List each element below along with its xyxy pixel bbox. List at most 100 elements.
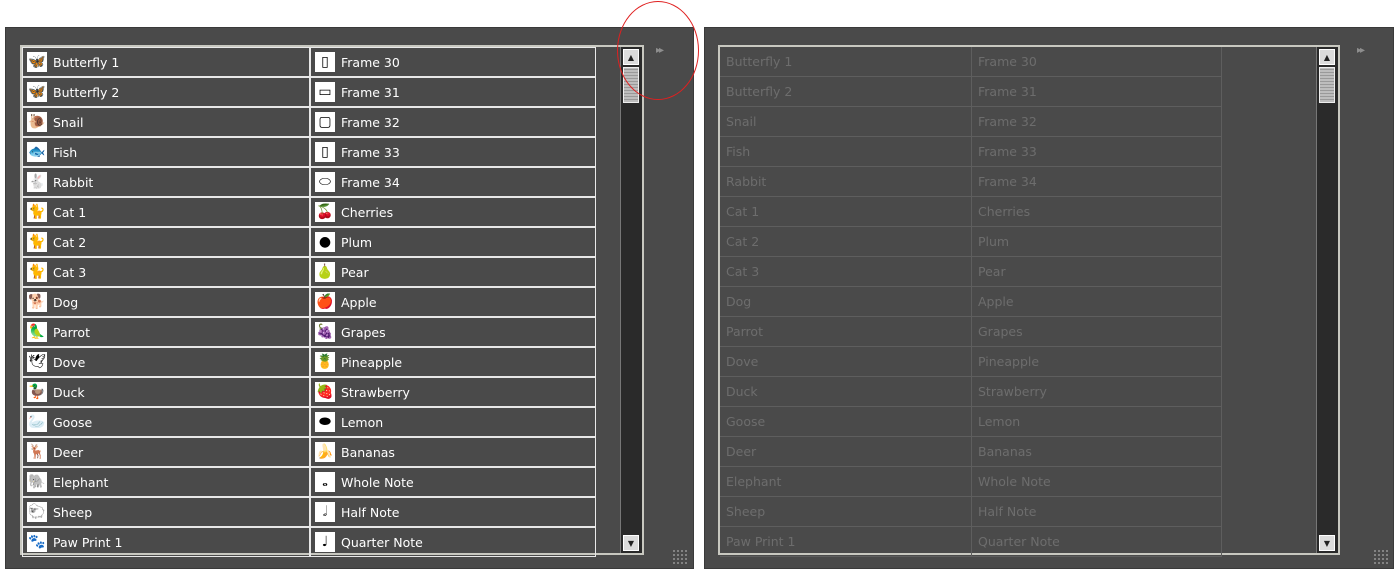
list-item[interactable]: ● Plum — [310, 227, 596, 257]
list-item[interactable]: 🦜 Parrot — [22, 317, 310, 347]
list-item[interactable]: 🍇 Grapes — [310, 317, 596, 347]
list-item[interactable]: 🐇 Rabbit — [22, 167, 310, 197]
list-item-label: Frame 30 — [341, 54, 400, 70]
list-item[interactable]: ⬭ Frame 34 — [310, 167, 596, 197]
resize-grip-icon[interactable] — [1373, 549, 1389, 565]
list-item[interactable]: ⬬ Lemon — [310, 407, 596, 437]
list-item[interactable]: ▭ Frame 31 — [310, 77, 596, 107]
list-item-label: Goose — [53, 414, 93, 430]
list-item: Parrot — [720, 317, 972, 347]
list-item-label: Deer — [53, 444, 84, 460]
lemon-icon: ⬬ — [315, 412, 335, 432]
list-item-label: Frame 32 — [341, 114, 400, 130]
frame-icon: ▯ — [315, 52, 335, 72]
list-item: Frame 33 — [972, 137, 1222, 167]
list-item-label: Grapes — [341, 324, 386, 340]
cat-icon: 🐈 — [27, 202, 47, 222]
list-item-label: Cherries — [341, 204, 394, 220]
annotation-circle — [617, 1, 699, 100]
list-item[interactable]: 𝅗𝅥 Half Note — [310, 497, 596, 527]
right-list-panel: Butterfly 1 Butterfly 2 Snail Fish Rabbit Cat… — [704, 27, 1394, 569]
list-item[interactable]: 🐾 Paw Print 1 — [22, 527, 310, 557]
list-item: Cat 1 — [720, 197, 972, 227]
list-item: Strawberry — [972, 377, 1222, 407]
list-item[interactable]: 🦢 Goose — [22, 407, 310, 437]
list-item[interactable]: 🦌 Deer — [22, 437, 310, 467]
list-item: Butterfly 1 — [720, 47, 972, 77]
list-item[interactable]: 🐑 Sheep — [22, 497, 310, 527]
list-item[interactable]: 🍓 Strawberry — [310, 377, 596, 407]
list-item[interactable]: 🐈 Cat 3 — [22, 257, 310, 287]
left-list-panel: 🦋 Butterfly 1 🦋 Butterfly 2 🐌 Snail 🐟 Fish 🐇 Rabb… — [5, 27, 694, 569]
bananas-icon: 🍌 — [315, 442, 335, 462]
list-item: Plum — [972, 227, 1222, 257]
pineapple-icon: 🍍 — [315, 352, 335, 372]
list-item-label: Cat 1 — [53, 204, 87, 220]
list-item-label: Butterfly 2 — [53, 84, 120, 100]
list-item-label: Half Note — [341, 504, 400, 520]
list-item-label: Whole Note — [341, 474, 414, 490]
list-item[interactable]: 🐘 Elephant — [22, 467, 310, 497]
list-item: Rabbit — [720, 167, 972, 197]
list-item[interactable]: ▯ Frame 30 — [310, 47, 596, 77]
resize-grip-icon[interactable] — [672, 549, 688, 565]
paw-print-icon: 🐾 — [27, 532, 47, 552]
list-item-label: Rabbit — [53, 174, 94, 190]
list-item[interactable]: 𝅝 Whole Note — [310, 467, 596, 497]
list-item[interactable]: 🕊 Dove — [22, 347, 310, 377]
list-item[interactable]: 🍎 Apple — [310, 287, 596, 317]
snail-icon: 🐌 — [27, 112, 47, 132]
list-item-label: Duck — [53, 384, 85, 400]
list-item-label: Pear — [341, 264, 369, 280]
parrot-icon: 🦜 — [27, 322, 47, 342]
dove-icon: 🕊 — [27, 352, 47, 372]
list-item-label: Dove — [53, 354, 86, 370]
list-item[interactable]: 🦆 Duck — [22, 377, 310, 407]
frame-icon: ▢ — [315, 112, 335, 132]
expand-arrows-icon[interactable]: ▸▸ — [1357, 45, 1365, 56]
list-item[interactable]: 🍐 Pear — [310, 257, 596, 287]
left-scrollbar[interactable]: ▲ ▼ — [620, 47, 642, 553]
list-item: Whole Note — [972, 467, 1222, 497]
cat-icon: 🐈 — [27, 232, 47, 252]
list-item[interactable]: 🐕 Dog — [22, 287, 310, 317]
list-item: Lemon — [972, 407, 1222, 437]
whole-note-icon: 𝅝 — [315, 472, 335, 492]
list-item[interactable]: 🍒 Cherries — [310, 197, 596, 227]
cherries-icon: 🍒 — [315, 202, 335, 222]
strawberry-icon: 🍓 — [315, 382, 335, 402]
list-item: Butterfly 2 — [720, 77, 972, 107]
elephant-icon: 🐘 — [27, 472, 47, 492]
right-scrollbar[interactable]: ▲ ▼ — [1316, 47, 1338, 553]
list-item-label: Cat 3 — [53, 264, 87, 280]
list-item-label: Frame 31 — [341, 84, 400, 100]
list-item[interactable]: 🦋 Butterfly 2 — [22, 77, 310, 107]
scroll-thumb[interactable] — [1319, 67, 1335, 103]
scroll-up-button[interactable]: ▲ — [1319, 49, 1335, 65]
list-item[interactable]: 🦋 Butterfly 1 — [22, 47, 310, 77]
plum-icon: ● — [315, 232, 335, 252]
list-item[interactable]: ▢ Frame 32 — [310, 107, 596, 137]
list-item: Dove — [720, 347, 972, 377]
list-item[interactable]: 🐌 Snail — [22, 107, 310, 137]
list-item: Apple — [972, 287, 1222, 317]
frame-icon: ▯ — [315, 142, 335, 162]
list-item: Cherries — [972, 197, 1222, 227]
list-item[interactable]: 🐈 Cat 2 — [22, 227, 310, 257]
fish-icon: 🐟 — [27, 142, 47, 162]
oval-frame-icon: ⬭ — [315, 172, 335, 192]
list-item: Deer — [720, 437, 972, 467]
scroll-down-button[interactable]: ▼ — [623, 535, 639, 551]
half-note-icon: 𝅗𝅥 — [315, 502, 335, 522]
list-item[interactable]: ♩ Quarter Note — [310, 527, 596, 557]
list-item-label: Frame 34 — [341, 174, 400, 190]
list-item[interactable]: 🐈 Cat 1 — [22, 197, 310, 227]
list-item[interactable]: ▯ Frame 33 — [310, 137, 596, 167]
scroll-down-button[interactable]: ▼ — [1319, 535, 1335, 551]
list-item-label: Quarter Note — [341, 534, 423, 550]
dog-icon: 🐕 — [27, 292, 47, 312]
list-item[interactable]: 🍍 Pineapple — [310, 347, 596, 377]
list-item[interactable]: 🍌 Bananas — [310, 437, 596, 467]
quarter-note-icon: ♩ — [315, 532, 335, 552]
list-item[interactable]: 🐟 Fish — [22, 137, 310, 167]
